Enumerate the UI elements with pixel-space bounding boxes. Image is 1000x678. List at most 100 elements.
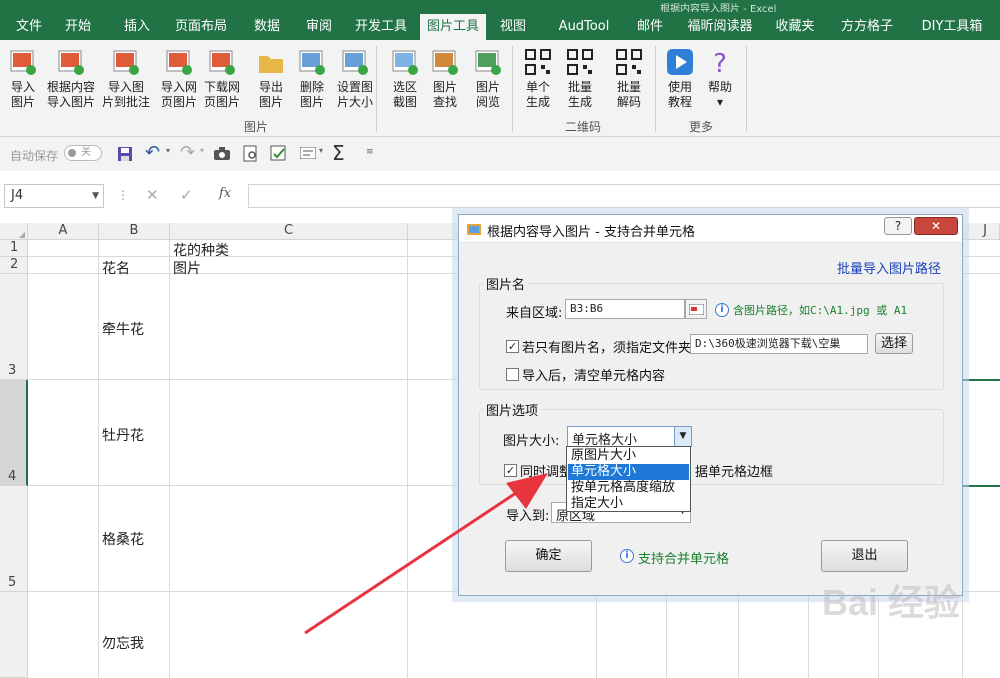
tab-8[interactable]: 视图 [492,14,534,40]
ribbon-button-qrcode-batch[interactable]: 批量 生成 [562,48,598,110]
column-header-b[interactable]: B [99,223,170,240]
cell-b5[interactable]: 格桑花 [102,529,144,549]
folder-checkbox[interactable]: ✓ [506,340,519,353]
cell-b2[interactable]: 花名 [102,258,130,278]
ribbon-button-image-find[interactable]: 图片 查找 [426,48,464,110]
ribbon-button-play-tutorial[interactable]: 使用 教程 [662,48,698,110]
size-option[interactable]: 按单元格高度缩放 [568,480,689,496]
column-header-j[interactable]: J [963,223,1000,240]
form-dropdown-icon[interactable]: ▾ [319,146,323,155]
ribbon-button-label: 批量 [567,80,592,94]
chevron-down-icon: ▼ [674,427,691,446]
close-button[interactable]: ✕ [914,217,958,235]
row-header-6[interactable] [0,592,28,678]
ribbon-button-label: 使用 [667,80,692,94]
ribbon-button-qrcode-single[interactable]: 单个 生成 [520,48,556,110]
cancel-formula-icon[interactable]: ✕ [146,186,159,204]
help-icon: ? [894,219,902,233]
ribbon-button-label: 导入图 [107,80,144,94]
ribbon-button-image-import-text[interactable]: 根据内容 导入图片 [45,48,97,110]
customize-qat-icon[interactable]: ≡ [366,147,374,157]
cell-b6[interactable]: 勿忘我 [102,633,144,653]
ribbon-button-label: 阅览 [475,95,500,109]
size-option[interactable]: 原图片大小 [568,448,689,464]
autosum-icon[interactable]: Σ [332,141,345,165]
path-hint: 含图片路径，如C:\A1.jpg 或 A1 [733,304,908,317]
merge-hint: 支持合并单元格 [638,552,730,567]
quick-access-toolbar: 自动保存 关 ↶ ▾ ↷ ▾ ▾ Σ ≡ [0,137,1000,171]
tab-4[interactable]: 数据 [244,14,290,40]
undo-dropdown-icon[interactable]: ▾ [166,146,170,155]
row-header-1[interactable]: 1 [0,240,28,257]
tab-3[interactable]: 页面布局 [168,14,234,40]
tab-5[interactable]: 审阅 [296,14,342,40]
redo-dropdown-icon[interactable]: ▾ [200,146,204,155]
ribbon-button-folder-export[interactable]: 导出 图片 [254,48,288,110]
cell-b3[interactable]: 牵牛花 [102,319,144,339]
tab-10[interactable]: 邮件 [628,14,672,40]
ribbon-button-image-resize[interactable]: 设置图 片大小 [334,48,376,110]
ribbon-button-image-comment[interactable]: 导入图 片到批注 [99,48,153,110]
row-header-2[interactable]: 2 [0,257,28,274]
tab-1[interactable]: 开始 [55,14,101,40]
row-header-4[interactable]: 4 [0,380,28,486]
tab-0[interactable]: 文件 [6,14,52,40]
tab-12[interactable]: 收藏夹 [770,14,820,40]
from-range-input[interactable]: B3:B6 [565,299,685,319]
batch-import-path-link[interactable]: 批量导入图片路径 [837,258,941,277]
ribbon-button-label: 图片 [475,80,500,94]
cell-b4[interactable]: 牡丹花 [102,425,144,445]
ribbon-button-label: 单个 [525,80,550,94]
tab-9[interactable]: AudTool [552,14,616,40]
tab-13[interactable]: 方方格子 [834,14,900,40]
tab-6[interactable]: 开发工具 [348,14,414,40]
formula-input[interactable] [248,184,1000,208]
row-header-3[interactable]: 3 [0,274,28,380]
column-header-c[interactable]: C [170,223,408,240]
image-resize-icon [342,50,368,75]
confirm-formula-icon[interactable]: ✓ [180,186,193,204]
clear-contents-checkbox[interactable] [506,368,519,381]
ribbon-button-image-browse[interactable]: 图片 阅览 [469,48,507,110]
exit-button[interactable]: 退出 [821,540,908,572]
column-header-a[interactable]: A [28,223,99,240]
print-preview-icon[interactable] [243,145,259,162]
redo-icon[interactable]: ↷ [180,142,195,163]
tab-14[interactable]: DIY工具箱 [912,14,992,40]
form-icon[interactable] [300,147,316,159]
range-picker-button[interactable] [685,299,707,319]
select-all-corner[interactable]: ◢ [0,223,28,240]
ribbon-button-image-add[interactable]: 导入 图片 [0,48,46,110]
folder-path-input[interactable]: D:\360极速浏览器下载\空巢 [690,334,868,354]
cell-c1[interactable]: 花的种类 [173,240,229,260]
ribbon-button-image-delete[interactable]: 删除 图片 [295,48,329,110]
autosave-state: 关 [81,147,91,158]
qrcode-single-icon [525,49,551,75]
camera-icon[interactable] [214,147,230,160]
tab-11[interactable]: 福昕阅读器 [680,14,760,40]
select-folder-button[interactable]: 选择 [875,333,913,354]
help-button[interactable]: ? [884,217,912,235]
image-add-icon [10,50,36,75]
size-option[interactable]: 指定大小 [568,496,689,512]
tab-7[interactable]: 图片工具 [420,14,486,40]
tab-2[interactable]: 插入 [114,14,160,40]
ribbon-button-label: 设置图 [336,80,373,94]
ribbon-button-help[interactable]: ? 帮助 ▾ [705,48,735,110]
cell-c2[interactable]: 图片 [173,258,201,278]
ribbon-button-web-image-import[interactable]: 导入网 页图片 [158,48,200,110]
spellcheck-icon[interactable] [270,145,288,162]
name-box[interactable]: J4 ▼ [4,184,104,208]
undo-icon[interactable]: ↶ [145,142,160,163]
ribbon-button-screenshot[interactable]: 选区 截图 [388,48,422,110]
save-icon[interactable] [117,146,133,162]
ribbon-button-qrcode-decode[interactable]: 批量 解码 [611,48,647,110]
separator [376,46,377,132]
row-header-5[interactable]: 5 [0,486,28,592]
size-select[interactable]: 单元格大小 ▼ [567,426,692,448]
function-icon[interactable]: fx [219,186,231,201]
ribbon-button-web-image-download[interactable]: 下载网 页图片 [201,48,243,110]
ribbon-button-label: 图片 [299,95,324,109]
autosave-toggle[interactable]: 关 [64,145,102,161]
size-option[interactable]: 单元格大小 [568,464,689,480]
